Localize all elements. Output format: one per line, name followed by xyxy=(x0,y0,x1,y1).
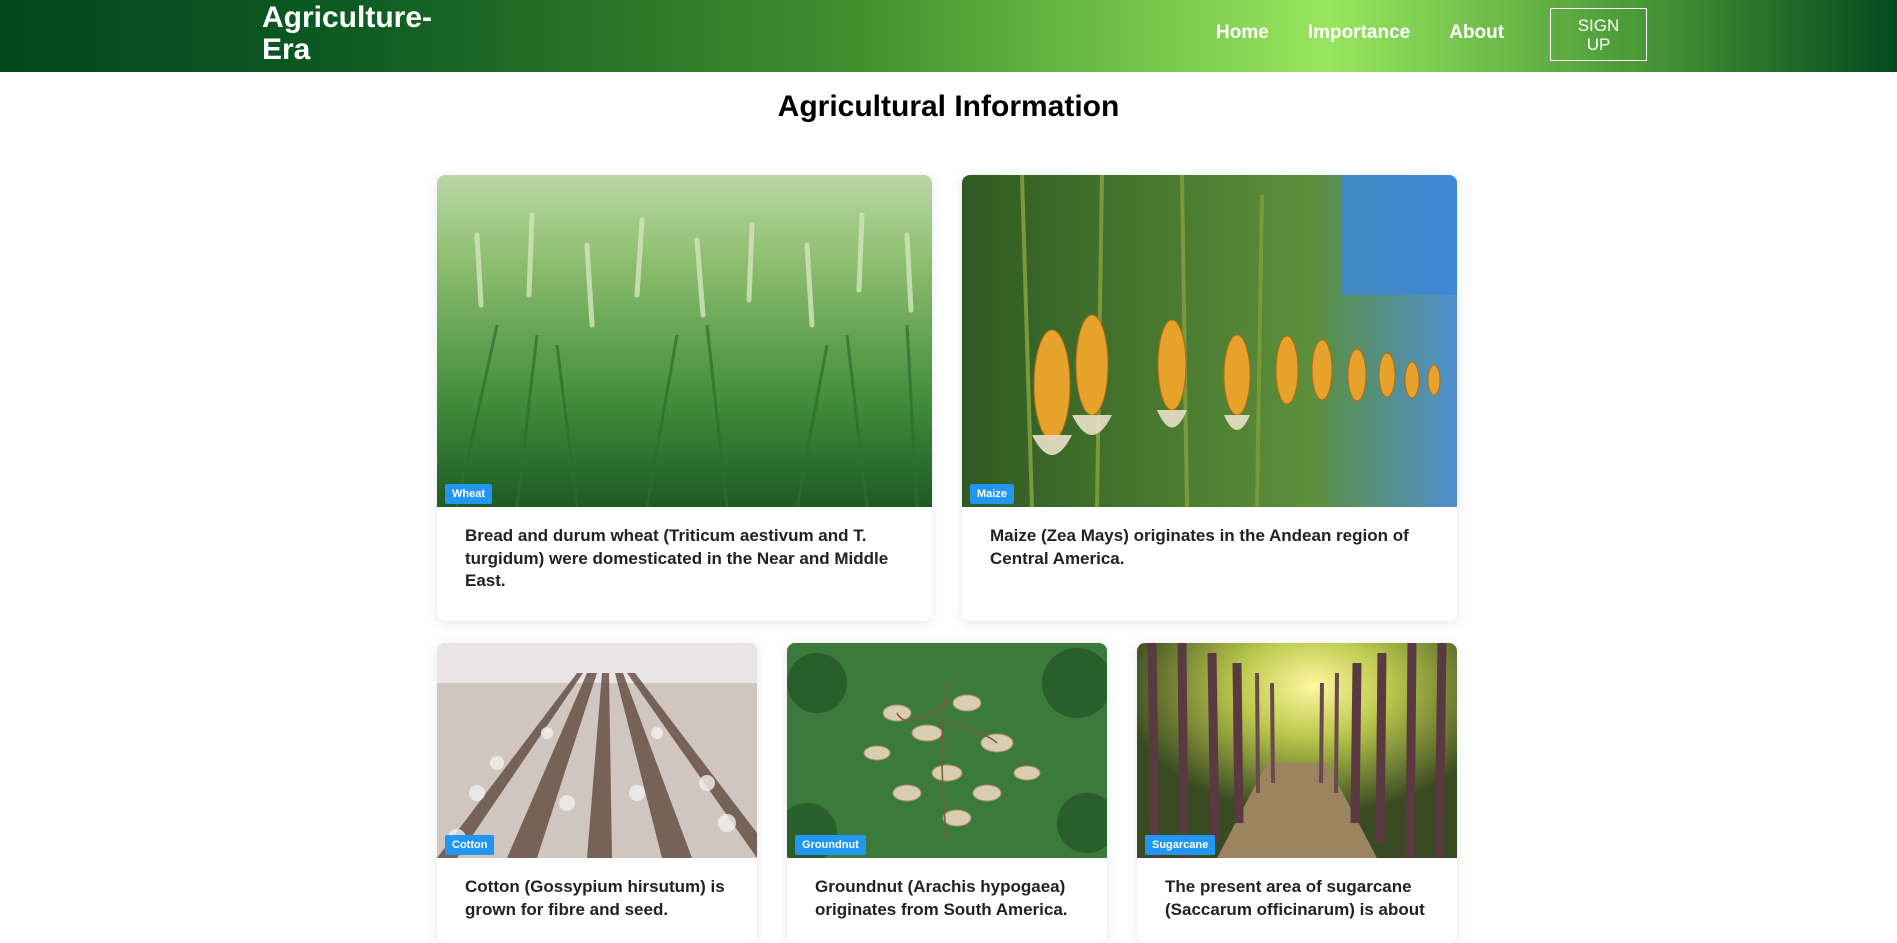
nav-home-link[interactable]: Home xyxy=(1216,22,1269,44)
groundnut-description: Groundnut (Arachis hypogaea) originates … xyxy=(815,877,1068,919)
nav-importance-link[interactable]: Importance xyxy=(1308,22,1410,44)
crop-card-wheat[interactable]: Wheat Bread and durum wheat (Triticum ae… xyxy=(437,175,932,621)
nav-about-link[interactable]: About xyxy=(1449,22,1504,44)
signup-button[interactable]: SIGN UP xyxy=(1550,8,1647,61)
wheat-tag[interactable]: Wheat xyxy=(445,484,492,504)
cotton-tag[interactable]: Cotton xyxy=(445,835,495,855)
cotton-image xyxy=(437,643,757,858)
groundnut-image xyxy=(787,643,1107,858)
wheat-image xyxy=(437,175,932,507)
brand-logo[interactable]: Agriculture- Era xyxy=(262,2,462,66)
crop-card-sugarcane[interactable]: Sugarcane The present area of sugarcane … xyxy=(1137,643,1457,943)
crop-card-cotton[interactable]: Cotton Cotton (Gossypium hirsutum) is gr… xyxy=(437,643,757,943)
sugarcane-image xyxy=(1137,643,1457,858)
maize-description: Maize (Zea Mays) originates in the Andea… xyxy=(990,526,1409,568)
maize-image xyxy=(962,175,1457,507)
cotton-description: Cotton (Gossypium hirsutum) is grown for… xyxy=(465,877,725,919)
crop-card-groundnut[interactable]: Groundnut Groundnut (Arachis hypogaea) o… xyxy=(787,643,1107,943)
sugarcane-description: The present area of sugarcane (Saccarum … xyxy=(1165,877,1425,919)
nav-links: Home Importance About xyxy=(1216,22,1504,44)
wheat-description: Bread and durum wheat (Triticum aestivum… xyxy=(465,526,889,590)
navbar: Agriculture- Era Home Importance About S… xyxy=(0,0,1897,72)
crop-card-maize[interactable]: Maize Maize (Zea Mays) originates in the… xyxy=(962,175,1457,621)
page-title: Agricultural Information xyxy=(777,90,1120,123)
groundnut-tag[interactable]: Groundnut xyxy=(795,835,866,855)
sugarcane-tag[interactable]: Sugarcane xyxy=(1145,835,1216,855)
maize-tag[interactable]: Maize xyxy=(970,484,1014,504)
